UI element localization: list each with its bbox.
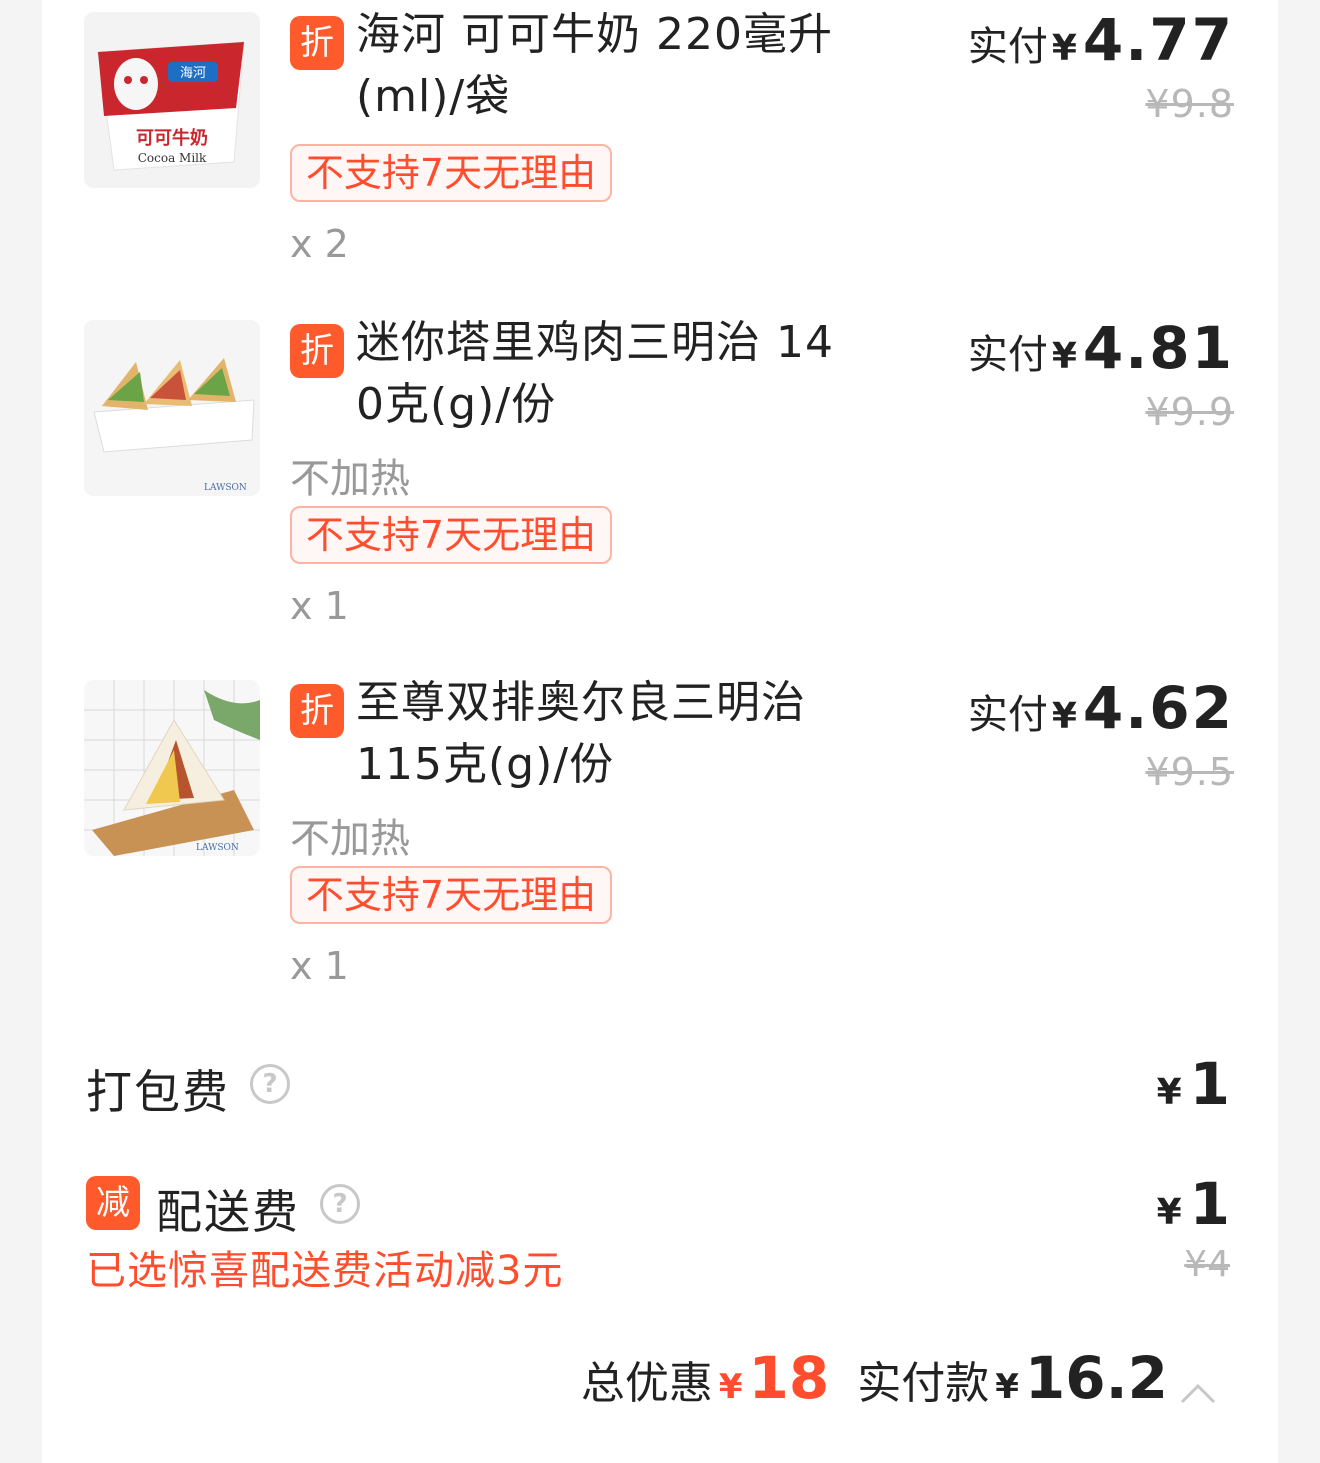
product-name-line1: 至尊双排奥尔良三明治 — [356, 677, 806, 728]
paid-total-label: 实付款 — [857, 1358, 990, 1409]
product-name: 至尊双排奥尔良三明治 115克(g)/份 — [356, 672, 896, 796]
discount-badge: 折 — [290, 16, 344, 70]
return-policy-tag: 不支持7天无理由 — [290, 144, 612, 202]
paid-amount: 4.81 — [1082, 314, 1234, 382]
svg-text:海河: 海河 — [180, 66, 206, 81]
paid-amount: 4.77 — [1082, 6, 1234, 74]
currency-symbol: ¥ — [718, 1367, 743, 1407]
svg-text:LAWSON: LAWSON — [196, 843, 239, 853]
delivery-promo-text: 已选惊喜配送费活动减3元 — [86, 1248, 564, 1294]
currency-symbol: ¥ — [1051, 336, 1077, 377]
chevron-up-icon[interactable] — [1178, 1374, 1218, 1414]
product-name: 迷你塔里鸡肉三明治 14 0克(g)/份 — [356, 312, 896, 436]
delivery-fee-title: 配送费 — [156, 1185, 300, 1239]
svg-text:LAWSON: LAWSON — [204, 483, 247, 493]
product-name: 海河 可可牛奶 220毫升 (ml)/袋 — [356, 4, 896, 128]
quantity: x 2 — [290, 222, 349, 266]
product-image[interactable]: LAWSON — [84, 680, 260, 856]
currency-symbol: ¥ — [1156, 1192, 1182, 1233]
svg-text:Cocoa Milk: Cocoa Milk — [138, 151, 207, 165]
reduction-badge: 减 — [86, 1176, 140, 1230]
currency-symbol: ¥ — [1156, 1072, 1182, 1113]
paid-label: 实付 — [967, 24, 1048, 70]
delivery-fee-original: ¥4 — [1184, 1244, 1230, 1285]
currency-symbol: ¥ — [995, 1367, 1019, 1407]
product-attribute: 不加热 — [290, 816, 410, 862]
quantity: x 1 — [290, 944, 349, 988]
product-image[interactable]: LAWSON — [84, 320, 260, 496]
orleans-sandwich-image: LAWSON — [84, 680, 260, 856]
packing-fee-amount: 1 — [1189, 1050, 1230, 1118]
packing-fee-title: 打包费 — [86, 1065, 230, 1119]
product-attribute: 不加热 — [290, 456, 410, 502]
chicken-sandwich-image: LAWSON — [84, 320, 260, 496]
packing-fee-price: ¥1 — [1157, 1050, 1230, 1118]
product-name-line2: (ml)/袋 — [356, 71, 511, 122]
discount-badge: 折 — [290, 324, 344, 378]
paid-amount: 4.62 — [1082, 674, 1234, 742]
total-discount-label: 总优惠 — [580, 1358, 713, 1409]
currency-symbol: ¥ — [1051, 696, 1077, 737]
product-name-line2: 0克(g)/份 — [356, 379, 557, 430]
help-icon[interactable]: ? — [320, 1184, 360, 1224]
product-image[interactable]: 海河 可可牛奶 Cocoa Milk — [84, 12, 260, 188]
original-price: ¥9.9 — [1145, 390, 1234, 434]
original-price: ¥9.8 — [1145, 82, 1234, 126]
currency-symbol: ¥ — [1051, 28, 1077, 69]
cocoa-milk-bag-image: 海河 可可牛奶 Cocoa Milk — [84, 12, 260, 188]
total-discount-amount: 18 — [748, 1344, 830, 1412]
svg-text:可可牛奶: 可可牛奶 — [136, 127, 208, 149]
delivery-fee-price: ¥1 — [1157, 1170, 1230, 1238]
paid-price: 实付 ¥4.81 — [968, 314, 1234, 382]
paid-price: 实付 ¥4.62 — [968, 674, 1234, 742]
delivery-fee-amount: 1 — [1189, 1170, 1230, 1238]
paid-total-amount: 16.2 — [1024, 1344, 1168, 1412]
paid-price: 实付 ¥4.77 — [968, 6, 1234, 74]
return-policy-tag: 不支持7天无理由 — [290, 506, 612, 564]
discount-badge: 折 — [290, 684, 344, 738]
paid-label: 实付 — [967, 692, 1048, 738]
quantity: x 1 — [290, 584, 349, 628]
order-detail-card: 海河 可可牛奶 Cocoa Milk 折 海河 可可牛奶 220毫升 (ml)/… — [42, 0, 1278, 1463]
product-name-line2: 115克(g)/份 — [356, 739, 615, 790]
order-summary[interactable]: 总优惠 ¥18 实付款 ¥16.2 — [581, 1344, 1218, 1414]
paid-label: 实付 — [967, 332, 1048, 378]
return-policy-tag: 不支持7天无理由 — [290, 866, 612, 924]
help-icon[interactable]: ? — [250, 1064, 290, 1104]
original-price: ¥9.5 — [1145, 750, 1234, 794]
product-name-line1: 海河 可可牛奶 220毫升 — [356, 9, 833, 60]
product-name-line1: 迷你塔里鸡肉三明治 14 — [356, 317, 834, 368]
